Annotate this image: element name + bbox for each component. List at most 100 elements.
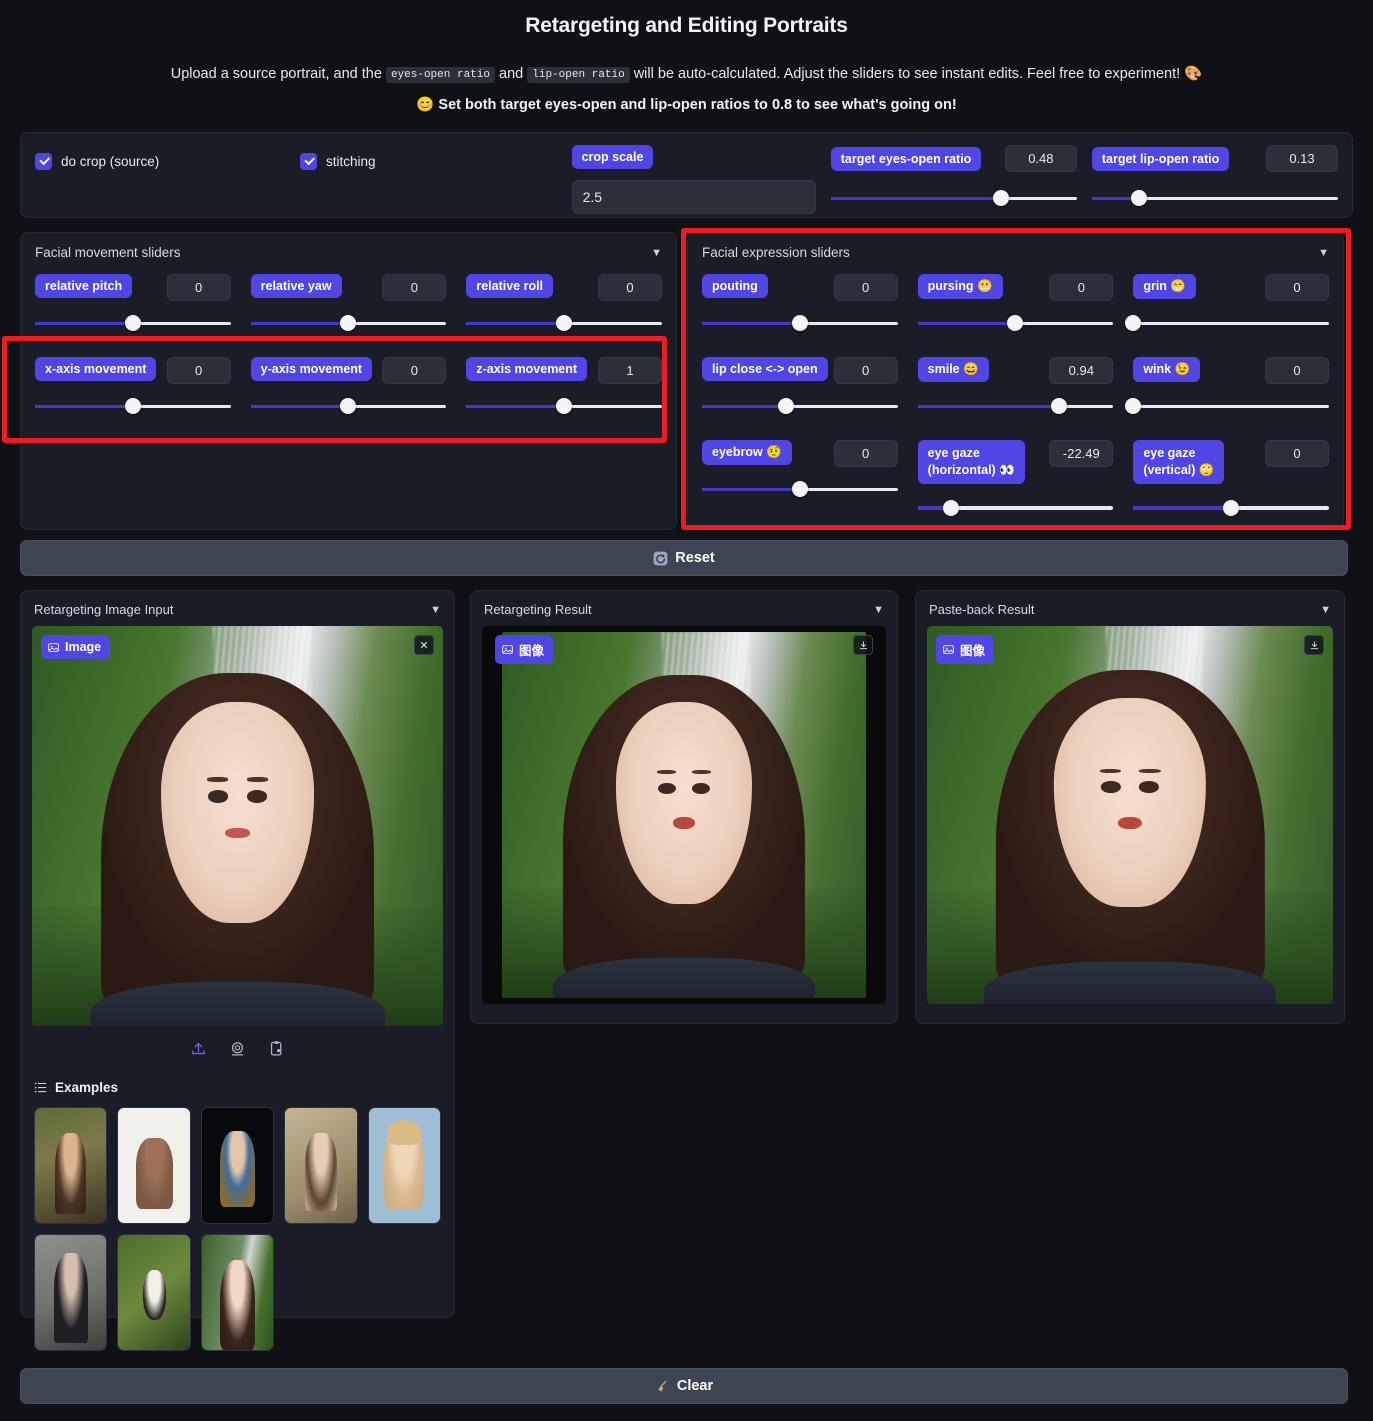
slider-relative-pitch-value[interactable]: 0 xyxy=(167,274,231,301)
slider-eyebrow-value[interactable]: 0 xyxy=(834,440,898,467)
chevron-down-icon[interactable]: ▼ xyxy=(430,604,441,616)
slider-fill xyxy=(918,405,1059,409)
slider-relative-yaw-label: relative yaw xyxy=(251,274,342,298)
slider-grin-value[interactable]: 0 xyxy=(1265,274,1329,301)
check-icon-stitching[interactable] xyxy=(300,153,317,170)
clear-image-button[interactable]: ✕ xyxy=(414,635,434,655)
slider-thumb[interactable] xyxy=(943,500,959,516)
expression-panel-header[interactable]: Facial expression sliders ▼ xyxy=(702,245,1329,260)
chevron-down-icon[interactable]: ▼ xyxy=(1318,247,1329,259)
shoulders xyxy=(90,982,386,1026)
slider-y-axis-movement-slider[interactable] xyxy=(251,398,447,414)
slider-y-axis-movement-value[interactable]: 0 xyxy=(382,357,446,384)
target-lip-open-ratio-slider[interactable] xyxy=(1092,190,1338,206)
eye-right xyxy=(692,783,710,794)
example-mona-lisa[interactable] xyxy=(34,1107,107,1224)
clipboard-icon[interactable] xyxy=(268,1040,285,1062)
slider-relative-yaw-slider[interactable] xyxy=(251,315,447,331)
slider-thumb[interactable] xyxy=(340,398,356,414)
slider-relative-roll-value[interactable]: 0 xyxy=(598,274,662,301)
slider-fill xyxy=(466,322,564,326)
reset-button[interactable]: Reset xyxy=(20,540,1348,576)
eyebrow-left xyxy=(1100,769,1121,773)
paste-panel-header[interactable]: Paste-back Result ▼ xyxy=(916,591,1344,626)
result-image-frame[interactable]: 图像 xyxy=(482,626,886,1004)
target-lip-open-ratio-value[interactable]: 0.13 xyxy=(1266,145,1338,172)
example-einstein[interactable] xyxy=(34,1234,107,1351)
slider-eyebrow-slider[interactable] xyxy=(702,481,898,497)
example-cg-character[interactable] xyxy=(368,1107,441,1224)
slider-x-axis-movement-slider[interactable] xyxy=(35,398,231,414)
example-girl-with-pearl-earring[interactable] xyxy=(201,1107,274,1224)
slider-lip-close-open-value[interactable]: 0 xyxy=(834,357,898,384)
check-icon-do-crop[interactable] xyxy=(35,153,52,170)
slider-thumb[interactable] xyxy=(1223,500,1239,516)
slider-thumb[interactable] xyxy=(1007,315,1023,331)
slider-pouting-value[interactable]: 0 xyxy=(834,274,898,301)
slider-pouting-slider[interactable] xyxy=(702,315,898,331)
slider-thumb[interactable] xyxy=(1125,398,1141,414)
face xyxy=(161,702,315,923)
slider-thumb[interactable] xyxy=(556,398,572,414)
chevron-down-icon[interactable]: ▼ xyxy=(1320,604,1331,616)
slider-eye-gaze-horizontal-slider[interactable] xyxy=(918,500,1114,516)
slider-z-axis-movement-slider[interactable] xyxy=(466,398,662,414)
slider-thumb[interactable] xyxy=(125,398,141,414)
slider-thumb[interactable] xyxy=(1125,315,1141,331)
page-subtitle-tip: 😊 Set both target eyes-open and lip-open… xyxy=(0,96,1373,113)
input-panel-header[interactable]: Retargeting Image Input ▼ xyxy=(21,591,454,626)
example-thumbnail xyxy=(369,1108,440,1223)
crop-scale-input[interactable]: 2.5 xyxy=(572,180,816,214)
slider-thumb[interactable] xyxy=(993,190,1009,206)
slider-eye-gaze-horizontal-value[interactable]: -22.49 xyxy=(1049,440,1113,467)
slider-smile-slider[interactable] xyxy=(918,398,1114,414)
example-capuchin-monkey[interactable] xyxy=(117,1234,190,1351)
slider-wink-slider[interactable] xyxy=(1133,398,1329,414)
slider-thumb[interactable] xyxy=(340,315,356,331)
chevron-down-icon[interactable]: ▼ xyxy=(873,604,884,616)
slider-wink-value[interactable]: 0 xyxy=(1265,357,1329,384)
slider-eye-gaze-vertical-value[interactable]: 0 xyxy=(1265,440,1329,467)
movement-panel-title: Facial movement sliders xyxy=(35,245,181,260)
slider-z-axis-movement-value[interactable]: 1 xyxy=(598,357,662,384)
slider-smile-value[interactable]: 0.94 xyxy=(1049,357,1113,384)
chevron-down-icon[interactable]: ▼ xyxy=(651,247,662,259)
example-terracotta-warrior[interactable] xyxy=(117,1107,190,1224)
slider-pursing-slider[interactable] xyxy=(918,315,1114,331)
target-eyes-open-ratio-slider[interactable] xyxy=(831,190,1077,206)
eyebrow-left xyxy=(657,770,676,774)
input-image-frame[interactable]: Image ✕ xyxy=(32,626,443,1026)
stitching-checkbox-wrap[interactable]: stitching xyxy=(300,145,376,170)
slider-eye-gaze-vertical-slider[interactable] xyxy=(1133,500,1329,516)
target-eyes-open-ratio-label: target eyes-open ratio xyxy=(831,147,982,171)
slider-relative-roll-slider[interactable] xyxy=(466,315,662,331)
slider-thumb[interactable] xyxy=(792,315,808,331)
result-panel-header[interactable]: Retargeting Result ▼ xyxy=(471,591,897,626)
slider-x-axis-movement-value[interactable]: 0 xyxy=(167,357,231,384)
slider-x-axis-movement-cell: x-axis movement0 xyxy=(35,357,231,414)
do-crop-checkbox-wrap[interactable]: do crop (source) xyxy=(35,145,300,170)
clear-button[interactable]: Clear xyxy=(20,1368,1348,1404)
slider-grin-slider[interactable] xyxy=(1133,315,1329,331)
download-result-button[interactable] xyxy=(853,635,873,655)
download-paste-button[interactable] xyxy=(1304,635,1324,655)
slider-relative-pitch-slider[interactable] xyxy=(35,315,231,331)
upload-icon[interactable] xyxy=(190,1040,207,1062)
slider-lip-close-open-slider[interactable] xyxy=(702,398,898,414)
slider-thumb[interactable] xyxy=(125,315,141,331)
webcam-icon[interactable] xyxy=(229,1040,246,1062)
slider-relative-yaw-value[interactable]: 0 xyxy=(382,274,446,301)
example-asian-woman-waterfall[interactable] xyxy=(201,1234,274,1351)
slider-thumb[interactable] xyxy=(792,481,808,497)
slider-pursing-value[interactable]: 0 xyxy=(1049,274,1113,301)
slider-thumb[interactable] xyxy=(1051,398,1067,414)
slider-thumb[interactable] xyxy=(556,315,572,331)
paste-image-frame[interactable]: 图像 xyxy=(927,626,1333,1004)
example-child-painting[interactable] xyxy=(284,1107,357,1224)
top-controls-bar: do crop (source) stitching crop scale 2.… xyxy=(20,132,1353,218)
slider-thumb[interactable] xyxy=(778,398,794,414)
movement-panel-header[interactable]: Facial movement sliders ▼ xyxy=(35,245,662,260)
lips xyxy=(1118,817,1142,830)
slider-thumb[interactable] xyxy=(1131,190,1147,206)
target-eyes-open-ratio-value[interactable]: 0.48 xyxy=(1005,145,1077,172)
